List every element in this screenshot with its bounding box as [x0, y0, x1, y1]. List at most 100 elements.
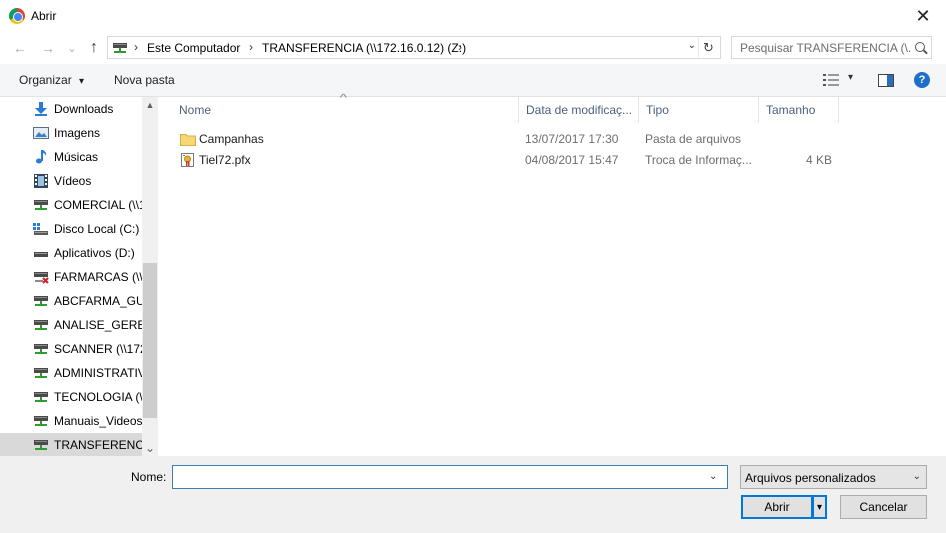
- cancel-button[interactable]: Cancelar: [840, 495, 927, 519]
- network-drive-icon: [34, 344, 48, 354]
- file-name: Tiel72.pfx: [199, 153, 251, 167]
- scroll-down-button[interactable]: ⌄: [142, 440, 158, 456]
- sidebar-item-label: Manuais_Videos: [54, 414, 142, 428]
- search-icon: [915, 42, 925, 52]
- filetype-value: Arquivos personalizados: [745, 471, 876, 485]
- sidebar-item-label: FARMARCAS (\\1: [54, 270, 142, 284]
- download-icon: [35, 102, 47, 116]
- sidebar-item-label: SCANNER (\\172: [54, 342, 142, 356]
- disconnected-drive-icon: [34, 272, 49, 284]
- title-bar: Abrir ✕: [0, 0, 946, 32]
- filename-label: Nome:: [131, 470, 167, 484]
- sidebar-item[interactable]: Imagens: [0, 121, 142, 145]
- navigation-scrollbar[interactable]: ▲ ⌄: [142, 97, 158, 456]
- sidebar-item-label: ANALISE_GERENCIAL: [54, 318, 142, 332]
- open-button[interactable]: Abrir: [741, 495, 813, 519]
- sidebar-item-label: Músicas: [54, 150, 99, 164]
- sidebar-item[interactable]: Aplicativos (D:): [0, 241, 142, 265]
- sidebar-item-label: TRANSFERENCIA: [54, 438, 142, 452]
- breadcrumb-este-computador[interactable]: Este Computador: [147, 41, 240, 55]
- close-button[interactable]: ✕: [900, 0, 946, 32]
- sidebar-item[interactable]: ABCFARMA_GUIA: [0, 289, 142, 313]
- file-row[interactable]: Tiel72.pfx 04/08/2017 15:47 Troca de Infor…: [172, 150, 842, 170]
- network-drive-icon: [34, 368, 48, 378]
- filename-history-dropdown[interactable]: ⌄: [709, 471, 717, 482]
- address-history-dropdown[interactable]: ⌄: [688, 40, 696, 51]
- preview-pane-button[interactable]: [878, 74, 894, 87]
- forward-button[interactable]: →: [38, 39, 58, 57]
- view-options-button[interactable]: ▾: [823, 72, 854, 88]
- breadcrumb-transferencia[interactable]: TRANSFERENCIA (\\172.16.0.12) (Z:): [262, 41, 466, 55]
- sidebar-item[interactable]: Downloads: [0, 97, 142, 121]
- new-folder-button[interactable]: Nova pasta: [114, 73, 175, 87]
- chevron-down-icon: ▾: [848, 72, 854, 83]
- sidebar-item[interactable]: Disco Local (C:): [0, 217, 142, 241]
- network-drive-icon: [113, 43, 127, 53]
- details-view-icon: [823, 74, 839, 86]
- local-disk-icon: [33, 223, 48, 235]
- refresh-button[interactable]: ↻: [698, 38, 718, 57]
- search-box[interactable]: Pesquisar TRANSFERENCIA (\...: [731, 36, 932, 59]
- organize-button[interactable]: Organizar ▾: [19, 73, 84, 87]
- organize-label: Organizar: [19, 73, 72, 87]
- breadcrumb-separator[interactable]: ›: [458, 40, 462, 54]
- dialog-footer: Nome: ⌄ Arquivos personalizados ⌄ Abrir …: [0, 456, 946, 533]
- chevron-down-icon: ▾: [79, 76, 85, 87]
- command-bar: Organizar ▾ Nova pasta ▾ ?: [0, 64, 946, 97]
- network-drive-icon: [34, 440, 48, 450]
- sidebar-item-label: Vídeos: [54, 174, 92, 188]
- preview-pane-icon: [878, 74, 894, 87]
- file-date: 13/07/2017 17:30: [525, 132, 619, 146]
- column-header-size[interactable]: Tamanho: [759, 97, 839, 123]
- scrollbar-thumb[interactable]: [143, 263, 157, 418]
- sidebar-item-label: Disco Local (C:): [54, 222, 140, 236]
- up-button[interactable]: ↑: [84, 39, 104, 57]
- sidebar-item-label: Downloads: [54, 102, 114, 116]
- chevron-down-icon: ⌄: [912, 471, 921, 482]
- file-row[interactable]: Campanhas 13/07/2017 17:30 Pasta de arquiv…: [172, 129, 842, 149]
- video-icon: [34, 174, 48, 188]
- sidebar-item-label: TECNOLOGIA (\\: [54, 390, 142, 404]
- file-date: 04/08/2017 15:47: [525, 153, 619, 167]
- file-name: Campanhas: [199, 132, 264, 146]
- network-drive-icon: [34, 320, 48, 330]
- navigation-pane: Downloads Imagens Músicas Vídeos COMERCIAL (…: [0, 97, 158, 456]
- scroll-up-button[interactable]: ▲: [142, 97, 158, 113]
- breadcrumb-separator[interactable]: ›: [249, 40, 253, 54]
- sidebar-item[interactable]: Músicas: [0, 145, 142, 169]
- breadcrumb-separator[interactable]: ›: [134, 40, 138, 54]
- sidebar-item[interactable]: ADMINISTRATIVO: [0, 361, 142, 385]
- sidebar-item[interactable]: FARMARCAS (\\1: [0, 265, 142, 289]
- file-list: ^ Nome Data de modificaç... Tipo Tamanho…: [158, 93, 946, 456]
- drive-icon: [34, 252, 48, 257]
- filename-input[interactable]: [172, 465, 728, 489]
- network-drive-icon: [34, 416, 48, 426]
- sidebar-item-label: ABCFARMA_GUIA: [54, 294, 142, 308]
- search-input[interactable]: Pesquisar TRANSFERENCIA (\...: [740, 41, 912, 55]
- sidebar-item[interactable]: TRANSFERENCIA: [0, 433, 142, 456]
- sidebar-item[interactable]: SCANNER (\\172: [0, 337, 142, 361]
- help-button[interactable]: ?: [914, 72, 930, 88]
- music-icon: [36, 150, 47, 164]
- sidebar-item[interactable]: COMERCIAL (\\172: [0, 193, 142, 217]
- sidebar-item-label: Aplicativos (D:): [54, 246, 135, 260]
- open-options-button[interactable]: ▾: [812, 495, 827, 519]
- sidebar-item-label: COMERCIAL (\\172: [54, 198, 142, 212]
- sidebar-item[interactable]: TECNOLOGIA (\\: [0, 385, 142, 409]
- sidebar-item-label: ADMINISTRATIVO: [54, 366, 142, 380]
- sidebar-item[interactable]: Manuais_Videos: [0, 409, 142, 433]
- sidebar-item-label: Imagens: [54, 126, 101, 140]
- recent-locations-button[interactable]: ⌄: [62, 39, 82, 57]
- back-button[interactable]: ←: [10, 39, 30, 57]
- address-bar[interactable]: › Este Computador › TRANSFERENCIA (\\172…: [107, 36, 721, 59]
- filetype-select[interactable]: Arquivos personalizados ⌄: [740, 465, 927, 489]
- window-title: Abrir: [31, 9, 57, 23]
- column-header-name[interactable]: Nome: [172, 97, 519, 123]
- navigation-bar: ← → ⌄ ↑ › Este Computador › TRANSFERENCI…: [0, 32, 946, 64]
- sidebar-item[interactable]: ANALISE_GERENCIAL: [0, 313, 142, 337]
- column-header-date[interactable]: Data de modificaç...: [519, 97, 639, 123]
- pictures-icon: [33, 127, 49, 139]
- column-header-type[interactable]: Tipo: [639, 97, 759, 123]
- file-type: Pasta de arquivos: [645, 132, 742, 146]
- sidebar-item[interactable]: Vídeos: [0, 169, 142, 193]
